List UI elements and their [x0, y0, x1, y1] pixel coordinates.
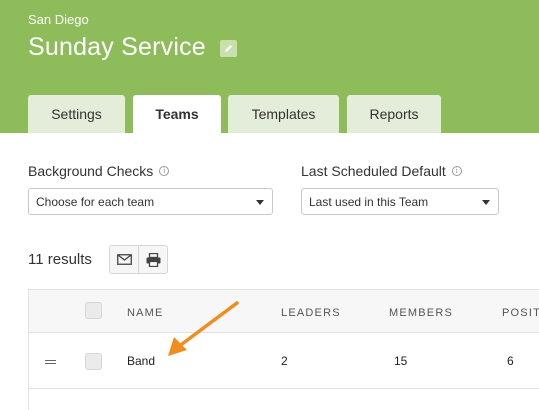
team-positions: 6	[507, 354, 514, 368]
info-icon[interactable]: i	[451, 166, 462, 176]
printer-icon	[146, 252, 160, 267]
column-name[interactable]: NAME	[127, 307, 164, 319]
column-members[interactable]: MEMBERS	[389, 307, 453, 319]
background-checks-select[interactable]: Choose for each team	[28, 188, 273, 215]
edit-title-button[interactable]	[220, 40, 237, 57]
page-title: Sunday Service	[28, 33, 206, 61]
last-scheduled-label-text: Last Scheduled Default	[301, 163, 446, 179]
team-leaders: 2	[281, 354, 288, 368]
last-scheduled-select[interactable]: Last used in this Team	[301, 188, 499, 215]
table-header: NAME LEADERS MEMBERS POSITI	[29, 290, 539, 333]
pencil-icon	[225, 45, 232, 52]
drag-handle-icon[interactable]	[45, 360, 56, 364]
info-icon[interactable]: i	[159, 166, 170, 176]
chevron-down-icon	[256, 200, 264, 205]
teams-table: NAME LEADERS MEMBERS POSITI Band 2 15 6	[28, 289, 539, 410]
background-checks-label: Background Checks i	[28, 163, 170, 179]
select-all-checkbox[interactable]	[85, 302, 102, 319]
background-checks-value: Choose for each team	[36, 194, 155, 209]
team-name[interactable]: Band	[127, 354, 155, 368]
envelope-icon	[116, 254, 132, 265]
print-button[interactable]	[138, 245, 168, 274]
email-button[interactable]	[109, 245, 139, 274]
row-checkbox[interactable]	[85, 353, 102, 370]
chevron-down-icon	[482, 200, 490, 205]
page-header: San Diego Sunday Service Settings Teams …	[0, 0, 539, 133]
tab-templates[interactable]: Templates	[228, 95, 339, 133]
tab-teams[interactable]: Teams	[133, 95, 221, 133]
column-positions[interactable]: POSITI	[502, 307, 539, 319]
table-row[interactable]: Band 2 15 6	[29, 333, 539, 389]
results-count: 11 results	[28, 251, 92, 268]
last-scheduled-value: Last used in this Team	[309, 194, 429, 209]
column-leaders[interactable]: LEADERS	[281, 307, 341, 319]
campus-name: San Diego	[28, 12, 89, 27]
tab-settings[interactable]: Settings	[28, 95, 125, 133]
background-checks-label-text: Background Checks	[28, 163, 154, 179]
team-members: 15	[394, 354, 408, 368]
tab-reports[interactable]: Reports	[347, 95, 441, 133]
last-scheduled-label: Last Scheduled Default i	[301, 163, 462, 179]
